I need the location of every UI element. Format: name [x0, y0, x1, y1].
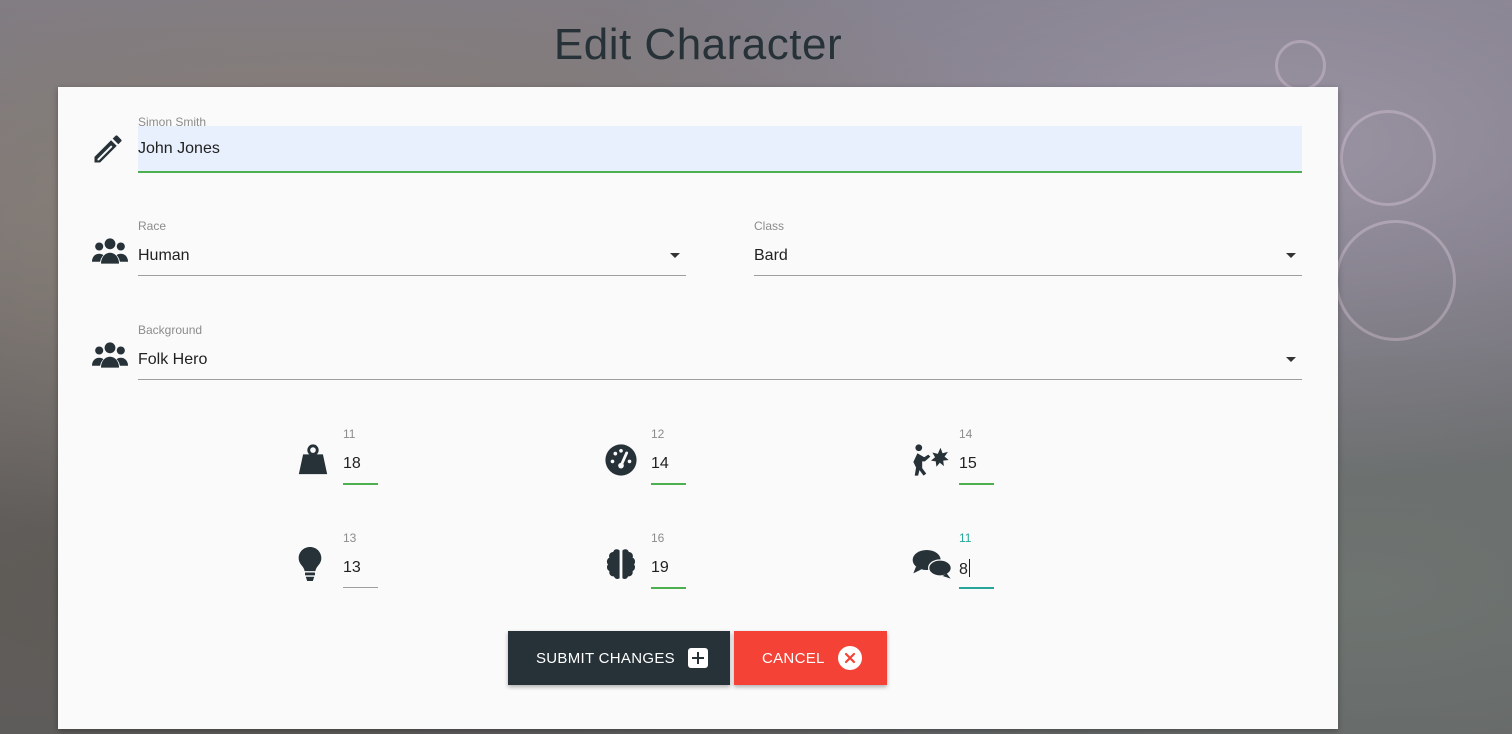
- dexterity-value: 14: [651, 455, 669, 472]
- strength-label: 11: [343, 427, 356, 441]
- dexterity-label: 12: [651, 427, 665, 441]
- users-icon: [92, 337, 128, 373]
- brain-icon: [604, 547, 638, 581]
- chevron-down-icon: [670, 253, 680, 258]
- plus-square-icon: [687, 647, 709, 669]
- race-value: Human: [138, 247, 190, 264]
- wisdom-input[interactable]: 19: [651, 553, 686, 589]
- charisma-label: 11: [959, 531, 972, 545]
- submit-changes-label: Submit Changes: [536, 649, 675, 667]
- charisma-value: 8: [959, 561, 968, 578]
- class-label: Class: [754, 219, 785, 233]
- intelligence-input[interactable]: 13: [343, 553, 378, 588]
- comments-icon: [912, 547, 952, 581]
- strength-value: 18: [343, 455, 361, 472]
- background-decoration: [1335, 220, 1456, 341]
- character-name-input[interactable]: John Jones: [138, 126, 1302, 173]
- wisdom-value: 19: [651, 559, 669, 576]
- weight-icon: [296, 443, 330, 477]
- times-circle-icon: [837, 645, 863, 671]
- cancel-button[interactable]: Cancel: [734, 631, 887, 685]
- cancel-label: Cancel: [762, 649, 825, 667]
- pencil-icon: [90, 131, 126, 167]
- dexterity-input[interactable]: 14: [651, 449, 686, 485]
- background-decoration: [1340, 110, 1436, 206]
- race-select[interactable]: Human: [138, 241, 686, 276]
- strength-input[interactable]: 18: [343, 449, 378, 485]
- users-icon: [92, 233, 128, 269]
- background-select[interactable]: Folk Hero: [138, 345, 1302, 380]
- chevron-down-icon: [1286, 357, 1296, 362]
- race-label: Race: [138, 219, 167, 233]
- wisdom-label: 16: [651, 531, 665, 545]
- background-label: Background: [138, 323, 203, 337]
- tachometer-icon: [604, 443, 638, 477]
- submit-changes-button[interactable]: Submit Changes: [508, 631, 730, 685]
- constitution-label: 14: [959, 427, 973, 441]
- background-value: Folk Hero: [138, 351, 208, 368]
- constitution-value: 15: [959, 455, 977, 472]
- character-name-value: John Jones: [138, 140, 220, 157]
- intelligence-label: 13: [343, 531, 357, 545]
- text-cursor: [968, 559, 970, 577]
- edit-character-form: Simon Smith John Jones Race Human Class …: [58, 87, 1338, 729]
- class-value: Bard: [754, 247, 788, 264]
- class-select[interactable]: Bard: [754, 241, 1302, 276]
- charisma-input[interactable]: 8: [959, 553, 994, 589]
- intelligence-value: 13: [343, 559, 361, 576]
- page-title: Edit Character: [553, 20, 843, 69]
- lightbulb-icon: [298, 547, 322, 581]
- user-injured-icon: [912, 443, 950, 477]
- constitution-input[interactable]: 15: [959, 449, 994, 485]
- chevron-down-icon: [1286, 253, 1296, 258]
